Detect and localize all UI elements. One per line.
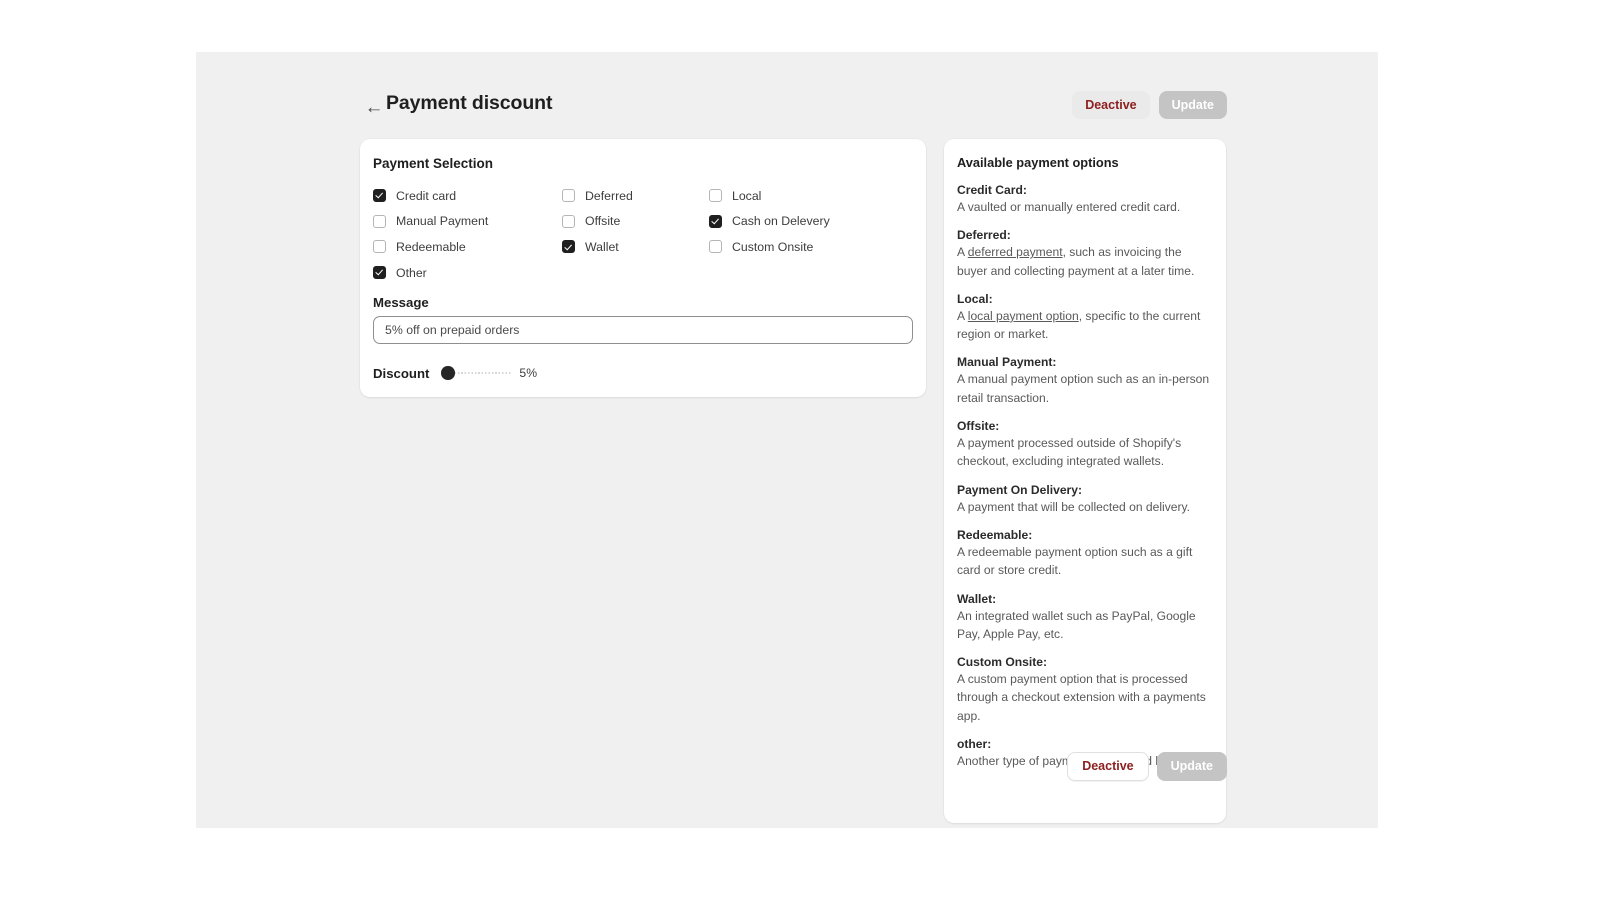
checkbox-column-3: Local Cash on Delevery Custom Onsite (709, 183, 830, 260)
payment-option-description: A custom payment option that is processe… (957, 670, 1213, 725)
checkbox-row[interactable]: Other (373, 260, 488, 286)
payment-selection-title: Payment Selection (373, 156, 493, 171)
available-payment-options-title: Available payment options (957, 155, 1213, 170)
checkbox-checked-icon[interactable] (373, 266, 386, 279)
discount-slider-track (451, 372, 511, 374)
checkbox-unchecked-icon[interactable] (373, 240, 386, 253)
checkbox-checked-icon[interactable] (562, 240, 575, 253)
checkbox-checked-icon[interactable] (709, 215, 722, 228)
payment-option-description-text: A payment that will be collected on deli… (957, 500, 1190, 514)
checkbox-label: Offsite (585, 214, 620, 228)
page-header: ← Payment discount Deactive Update (196, 90, 1378, 136)
checkbox-unchecked-icon[interactable] (562, 189, 575, 202)
payment-option-term: Deferred: (957, 228, 1213, 242)
checkbox-row[interactable]: Local (709, 183, 830, 209)
discount-value: 5% (519, 366, 537, 380)
checkbox-row[interactable]: Offsite (562, 209, 633, 235)
payment-option-description-text: A redeemable payment option such as a gi… (957, 545, 1192, 577)
checkbox-row[interactable]: Custom Onsite (709, 234, 830, 260)
checkbox-label: Local (732, 189, 761, 203)
discount-slider[interactable] (441, 366, 511, 380)
arrow-left-icon[interactable]: ← (364, 98, 384, 118)
message-input[interactable] (373, 316, 913, 344)
payment-option-description-text: A (957, 245, 968, 259)
payment-option-description-text: A manual payment option such as an in-pe… (957, 372, 1209, 404)
payment-option-term: Redeemable: (957, 528, 1213, 542)
checkbox-column-1: Credit card Manual Payment Redeemable Other (373, 183, 488, 285)
payment-option-term: other: (957, 737, 1213, 751)
screen: ← Payment discount Deactive Update Payme… (0, 0, 1600, 900)
checkbox-unchecked-icon[interactable] (562, 215, 575, 228)
payment-option-description: A payment that will be collected on deli… (957, 498, 1213, 516)
checkbox-label: Cash on Delevery (732, 214, 830, 228)
payment-option-link[interactable]: deferred payment (968, 245, 1063, 259)
checkbox-row[interactable]: Manual Payment (373, 209, 488, 235)
checkbox-unchecked-icon[interactable] (709, 240, 722, 253)
payment-option-description: A redeemable payment option such as a gi… (957, 543, 1213, 580)
checkbox-unchecked-icon[interactable] (373, 215, 386, 228)
payment-option-description: An integrated wallet such as PayPal, Goo… (957, 607, 1213, 644)
checkbox-unchecked-icon[interactable] (709, 189, 722, 202)
checkbox-label: Other (396, 266, 427, 280)
payment-option-description-text: A (957, 309, 968, 323)
payment-option-item: Offsite: A payment processed outside of S… (957, 419, 1213, 471)
checkbox-checked-icon[interactable] (373, 189, 386, 202)
app-surface: ← Payment discount Deactive Update Payme… (196, 52, 1378, 828)
checkbox-label: Redeemable (396, 240, 466, 254)
payment-options-list: Credit Card: A vaulted or manually entere… (957, 183, 1213, 770)
payment-option-description: A local payment option, specific to the … (957, 307, 1213, 344)
payment-option-item: Manual Payment: A manual payment option s… (957, 355, 1213, 407)
payment-option-description: A vaulted or manually entered credit car… (957, 198, 1213, 216)
discount-slider-thumb[interactable] (441, 366, 455, 380)
update-button-top[interactable]: Update (1159, 91, 1227, 119)
message-label: Message (373, 295, 429, 310)
page-title: Payment discount (386, 92, 552, 115)
deactive-button-bottom[interactable]: Deactive (1067, 752, 1148, 781)
payment-option-description-text: An integrated wallet such as PayPal, Goo… (957, 609, 1196, 641)
checkbox-row[interactable]: Wallet (562, 234, 633, 260)
checkbox-label: Deferred (585, 189, 633, 203)
payment-option-term: Local: (957, 292, 1213, 306)
payment-option-term: Wallet: (957, 592, 1213, 606)
payment-option-item: Deferred:A deferred payment, such as inv… (957, 228, 1213, 280)
checkbox-label: Credit card (396, 189, 456, 203)
checkbox-row[interactable]: Redeemable (373, 234, 488, 260)
payment-option-description-text: A custom payment option that is processe… (957, 672, 1206, 723)
available-payment-options-body: Available payment options Credit Card: A … (957, 155, 1213, 770)
discount-row: Discount 5% (373, 363, 537, 383)
payment-option-term: Offsite: (957, 419, 1213, 433)
payment-option-description-text: A payment processed outside of Shopify's… (957, 436, 1181, 468)
payment-option-item: Payment On Delivery: A payment that will … (957, 483, 1213, 516)
payment-option-term: Payment On Delivery: (957, 483, 1213, 497)
payment-option-item: Local:A local payment option, specific t… (957, 292, 1213, 344)
checkbox-label: Manual Payment (396, 214, 488, 228)
checkbox-column-2: Deferred Offsite Wallet (562, 183, 633, 260)
payment-option-description: A manual payment option such as an in-pe… (957, 370, 1213, 407)
payment-option-item: Custom Onsite: A custom payment option th… (957, 655, 1213, 725)
checkbox-label: Custom Onsite (732, 240, 813, 254)
payment-option-item: Redeemable: A redeemable payment option s… (957, 528, 1213, 580)
checkbox-row[interactable]: Cash on Delevery (709, 209, 830, 235)
header-actions: Deactive Update (1072, 91, 1227, 119)
available-payment-options-card: Available payment options Credit Card: A … (944, 139, 1226, 823)
payment-option-description: A deferred payment, such as invoicing th… (957, 243, 1213, 280)
checkbox-row[interactable]: Deferred (562, 183, 633, 209)
update-button-bottom[interactable]: Update (1157, 752, 1227, 781)
footer-actions: Deactive Update (1067, 752, 1227, 781)
payment-selection-card: Payment Selection Credit card Manual Paym… (360, 139, 926, 397)
payment-option-item: Credit Card: A vaulted or manually entere… (957, 183, 1213, 216)
checkbox-row[interactable]: Credit card (373, 183, 488, 209)
deactive-button-top[interactable]: Deactive (1072, 91, 1149, 119)
checkbox-label: Wallet (585, 240, 619, 254)
payment-option-description: A payment processed outside of Shopify's… (957, 434, 1213, 471)
payment-option-item: Wallet: An integrated wallet such as PayP… (957, 592, 1213, 644)
payment-option-term: Manual Payment: (957, 355, 1213, 369)
payment-option-description-text: A vaulted or manually entered credit car… (957, 200, 1180, 214)
discount-label: Discount (373, 366, 429, 381)
payment-option-term: Custom Onsite: (957, 655, 1213, 669)
payment-option-link[interactable]: local payment option (968, 309, 1079, 323)
payment-option-term: Credit Card: (957, 183, 1213, 197)
